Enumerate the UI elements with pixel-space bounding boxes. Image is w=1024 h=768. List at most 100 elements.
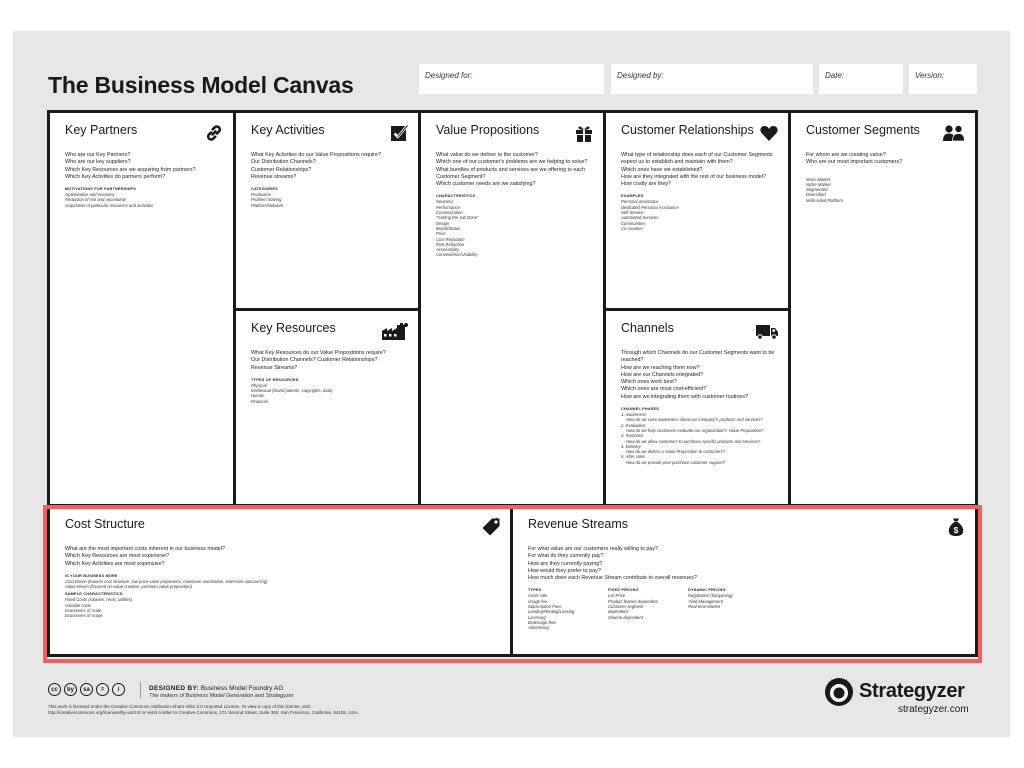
question: For what value are our customers really … bbox=[528, 546, 659, 552]
question: What type of relationship does each of o… bbox=[621, 152, 773, 166]
questions-list: What are the most important costs inhere… bbox=[65, 546, 501, 568]
question: How are we integrating them with custome… bbox=[621, 393, 749, 400]
phase-description: How do we raise awareness about our comp… bbox=[626, 417, 763, 423]
questions-list: What type of relationship does each of o… bbox=[621, 152, 779, 188]
item-list: Optimization and economy Reduction of ri… bbox=[65, 192, 224, 208]
price-tag-icon bbox=[481, 517, 501, 537]
question: What value do we deliver to the customer… bbox=[436, 152, 538, 158]
heart-icon bbox=[759, 123, 779, 143]
block-channels[interactable]: Channels Through which Channels do our C… bbox=[606, 311, 788, 504]
no-derivatives-icon: = bbox=[96, 683, 109, 696]
phase-list: 1. Awareness How do we raise awareness a… bbox=[621, 412, 779, 465]
block-revenue-streams[interactable]: Revenue Streams $ For what value are our… bbox=[513, 507, 975, 654]
strategyzer-brand[interactable]: Strategyzer bbox=[822, 674, 965, 708]
block-title: Customer Relationships bbox=[621, 123, 754, 137]
questions-list: For what value are our customers really … bbox=[528, 546, 966, 582]
question: How are our Channels integrated? bbox=[621, 371, 704, 378]
pricing-column: DYNAMIC PRICING Negotiation (bargaining)… bbox=[688, 587, 758, 630]
truck-icon bbox=[755, 321, 779, 341]
block-title: Customer Segments bbox=[806, 123, 920, 137]
list-item: Acquisition of particular resources and … bbox=[65, 202, 154, 208]
question: Revenue streams? bbox=[251, 173, 297, 180]
item-list: Fixed Costs (salaries, rents, utilities)… bbox=[65, 597, 501, 618]
item-list: Mass Market Niche Market Segmented Diver… bbox=[806, 177, 966, 203]
phase-description: How do we provide post-purchase customer… bbox=[626, 459, 726, 465]
question: Through which Channels do our Customer S… bbox=[621, 350, 775, 364]
question: Which ones work best? bbox=[621, 379, 677, 386]
question: Who are our Key Partners? bbox=[65, 152, 131, 158]
question: What Key Resources do our Value Proposit… bbox=[251, 350, 386, 356]
question: Our Distribution Channels? Customer Rela… bbox=[251, 357, 378, 364]
block-title: Key Partners bbox=[65, 123, 138, 137]
block-customer-relationships[interactable]: Customer Relationships What type of rela… bbox=[606, 113, 788, 308]
list-item: Platform/Network bbox=[251, 202, 284, 208]
list-item: Real-time-Market bbox=[688, 604, 721, 610]
page-title: The Business Model Canvas bbox=[48, 72, 354, 98]
people-icon bbox=[942, 123, 966, 143]
block-key-activities[interactable]: Key Activities What Key Activities do ou… bbox=[236, 113, 418, 308]
block-cost-structure[interactable]: Cost Structure What are the most importa… bbox=[50, 507, 510, 654]
block-key-partners[interactable]: Key Partners Who are our Key Partners? W… bbox=[50, 113, 233, 504]
question: Which Key Activities do partners perform… bbox=[65, 173, 166, 180]
question: Which ones are most cost-efficient? bbox=[621, 386, 707, 393]
block-title: Revenue Streams bbox=[528, 517, 629, 531]
phase-description: How do we help customers evaluate our or… bbox=[626, 427, 764, 433]
creative-commons-icon: cc bbox=[48, 683, 61, 696]
question: Which Key Resources are we acquiring fro… bbox=[65, 166, 196, 173]
block-title: Key Activities bbox=[251, 123, 325, 137]
designed-by-label: DESIGNED BY: bbox=[149, 685, 200, 692]
block-title: Key Resources bbox=[251, 321, 336, 335]
list-item: Volume dependent bbox=[608, 614, 644, 620]
question: Who are our key suppliers? bbox=[65, 159, 131, 166]
attribution-icon: by bbox=[64, 683, 77, 696]
list-item: Value Driven (focused on value creation,… bbox=[65, 584, 192, 590]
question: Which ones have we established? bbox=[621, 166, 703, 173]
designed-for-field[interactable]: Designed for: bbox=[419, 64, 604, 94]
block-title: Channels bbox=[621, 321, 674, 335]
list-item: Convenience/Usability bbox=[436, 252, 478, 258]
block-value-propositions[interactable]: Value Propositions What value do we deli… bbox=[421, 113, 603, 504]
question: What are the most important costs inhere… bbox=[65, 546, 226, 552]
checkbox-icon bbox=[389, 123, 409, 143]
question: Which Key Activities are most expensive? bbox=[65, 560, 165, 567]
question: Which customer needs are we satisfying? bbox=[436, 181, 536, 188]
question: Our Distribution Channels? bbox=[251, 159, 316, 166]
list-item: Multi-sided Platform bbox=[806, 197, 844, 203]
questions-list: What Key Activities do our Value Proposi… bbox=[251, 152, 409, 181]
questions-list: Through which Channels do our Customer S… bbox=[621, 350, 779, 401]
question: How much does each Revenue Stream contri… bbox=[528, 575, 697, 582]
question: How costly are they? bbox=[621, 181, 672, 188]
block-title: Cost Structure bbox=[65, 517, 145, 531]
footer-divider bbox=[140, 682, 141, 698]
question: How are they currently paying? bbox=[528, 560, 603, 567]
license-text: This work is licensed under the Creative… bbox=[48, 704, 359, 715]
item-list: Newness Performance Customization "Getti… bbox=[436, 199, 594, 257]
designed-by-field[interactable]: Designed by: bbox=[611, 64, 813, 94]
brand-url-link[interactable]: strategyzer.com bbox=[898, 704, 969, 715]
question: How are we reaching them now? bbox=[621, 364, 700, 371]
item-list: Personal assistance Dedicated Personal A… bbox=[621, 199, 779, 231]
date-field[interactable]: Date: bbox=[819, 64, 903, 94]
question: For what do they currently pay? bbox=[528, 553, 604, 560]
questions-list: What Key Resources do our Value Proposit… bbox=[251, 350, 409, 372]
question: Who are our most important customers? bbox=[806, 159, 903, 166]
phase-description: How do we allow customers to purchase sp… bbox=[626, 438, 761, 444]
info-icon: i bbox=[112, 683, 125, 696]
designed-by-credit: DESIGNED BY: Business Model Foundry AG bbox=[149, 685, 283, 692]
question: Which Key Resources are most expensive? bbox=[65, 553, 170, 560]
question: What bundles of products and services ar… bbox=[436, 166, 586, 180]
version-field[interactable]: Version: bbox=[909, 64, 977, 94]
list-item: Economies of scope bbox=[65, 613, 103, 619]
link-icon bbox=[204, 123, 224, 143]
block-key-resources[interactable]: Key Resources What Key Resources do our … bbox=[236, 311, 418, 504]
item-list: Production Problem Solving Platform/Netw… bbox=[251, 192, 409, 208]
question: Which one of our customer's problems are… bbox=[436, 159, 588, 166]
strategyzer-logo-icon bbox=[822, 674, 856, 708]
questions-list: What value do we deliver to the customer… bbox=[436, 152, 594, 188]
questions-list: Who are our Key Partners? Who are our ke… bbox=[65, 152, 224, 181]
license-icons: cc by sa = i bbox=[48, 683, 125, 696]
list-item: Financial bbox=[251, 398, 268, 404]
list-item: Advertising bbox=[528, 625, 549, 631]
business-model-grid: Key Partners Who are our Key Partners? W… bbox=[47, 110, 978, 657]
block-customer-segments[interactable]: Customer Segments For whom are we creati… bbox=[791, 113, 975, 504]
